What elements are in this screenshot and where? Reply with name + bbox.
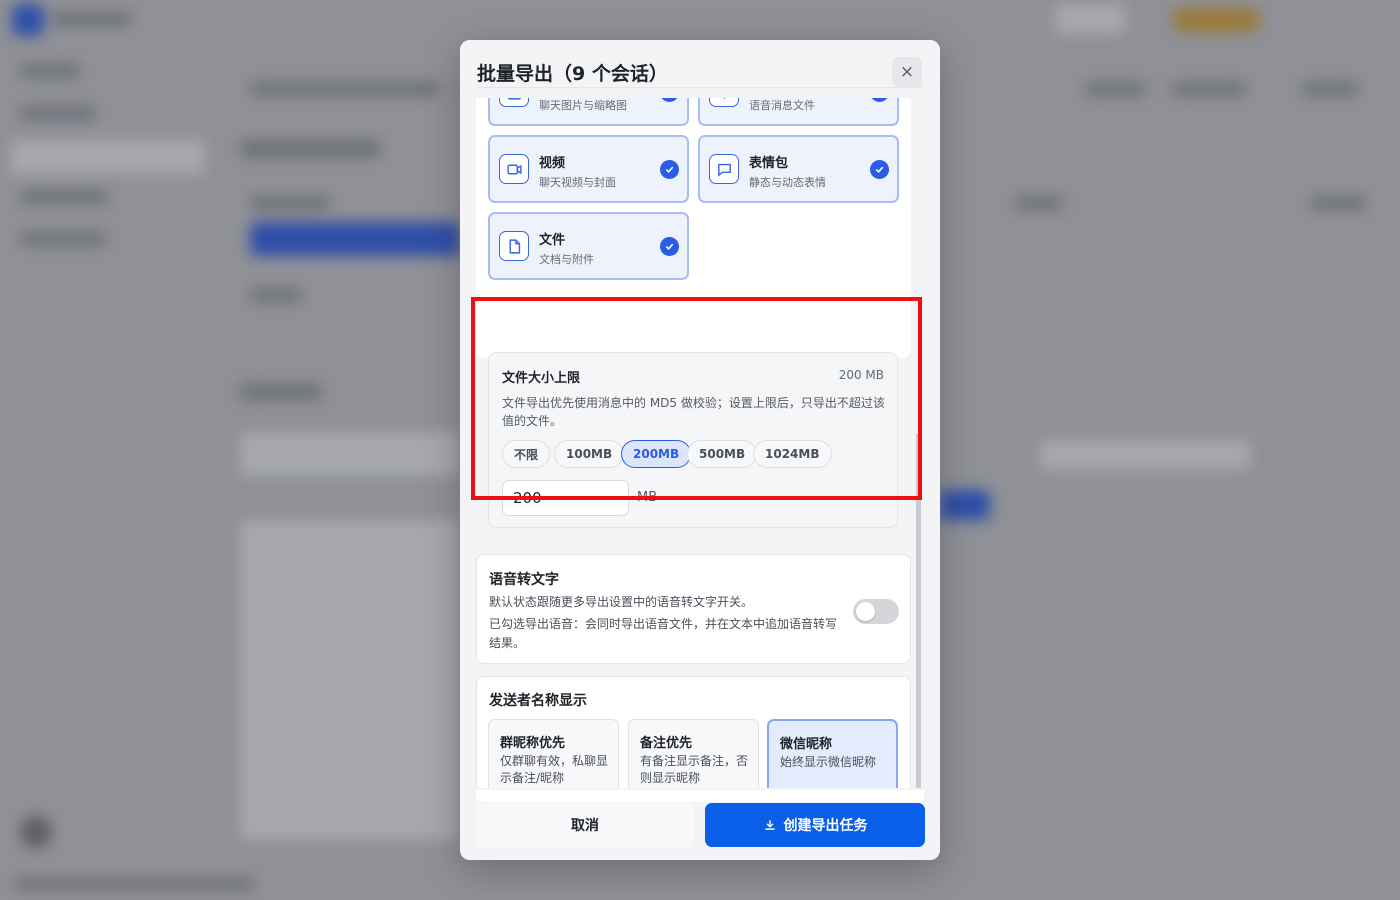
check-icon[interactable]: [660, 98, 679, 102]
nav-item-blur: [20, 106, 96, 120]
type-tile-video[interactable]: 视频 聊天视频与封面: [488, 135, 689, 203]
nav-item-blur: [20, 190, 108, 204]
batch-export-dialog: 批量导出（9 个会话） × 图片 聊天图片与缩略图 语音: [460, 40, 940, 860]
scrollbar[interactable]: [916, 433, 921, 788]
image-icon: [499, 98, 529, 107]
check-icon[interactable]: [660, 237, 679, 256]
check-icon[interactable]: [660, 160, 679, 179]
voice-to-text-card: 语音转文字 默认状态跟随更多导出设置中的语音转文字开关。 已勾选导出语音：会同时…: [476, 554, 911, 664]
type-desc: 文档与附件: [539, 253, 594, 266]
type-name: 视频: [539, 156, 566, 171]
toggle-knob: [856, 602, 875, 621]
option-title: 群昵称优先: [500, 736, 566, 751]
cancel-button[interactable]: 取消: [476, 803, 694, 847]
header-item-blur: [1085, 82, 1145, 96]
create-export-task-label: 创建导出任务: [783, 818, 868, 834]
header-item-blur: [1172, 82, 1246, 96]
dialog-footer: 取消 创建导出任务: [460, 788, 940, 860]
size-preset-1024mb[interactable]: 1024MB: [753, 440, 832, 468]
file-size-limit-title: 文件大小上限: [502, 371, 581, 386]
size-preset-500mb[interactable]: 500MB: [687, 440, 758, 468]
file-size-input[interactable]: [502, 480, 629, 516]
sender-name-card: 发送者名称显示 群昵称优先 仅群聊有效，私聊显示备注/昵称 备注优先 有备注显示…: [476, 676, 911, 788]
nav-item-blur: [20, 64, 80, 78]
file-size-limit-panel: 文件大小上限 200 MB 文件导出优先使用消息中的 MD5 做校验；设置上限后…: [488, 352, 898, 528]
label-blur: [1310, 196, 1366, 210]
voice-to-text-note: 已勾选导出语音：会同时导出语音文件，并在文本中追加语音转写结果。: [489, 617, 838, 650]
nav-item-blur: [20, 232, 106, 246]
sender-name-title: 发送者名称显示: [489, 693, 587, 709]
option-title: 备注优先: [640, 736, 693, 751]
check-icon[interactable]: [870, 98, 889, 102]
type-name: 文件: [539, 233, 566, 248]
name-option-wechat-nickname[interactable]: 微信昵称 始终显示微信昵称: [767, 719, 898, 788]
toolbar-blur: [240, 432, 460, 476]
type-desc: 聊天视频与封面: [539, 176, 616, 189]
option-desc: 始终显示微信昵称: [780, 755, 877, 769]
nav-item-active-blur: [10, 140, 205, 174]
type-desc: 静态与动态表情: [749, 176, 826, 189]
file-size-current-value: 200 MB: [838, 368, 884, 382]
button-blur: [940, 490, 990, 520]
header-item-blur: [1302, 82, 1358, 96]
primary-button-blur: [250, 222, 460, 256]
file-size-limit-description: 文件导出优先使用消息中的 MD5 做校验；设置上限后，只导出不超过该值的文件。: [502, 396, 885, 428]
badge-blur: [1172, 8, 1260, 32]
section-title-blur: [240, 384, 322, 400]
file-icon: [499, 231, 529, 261]
option-desc: 仅群聊有效，私聊显示备注/昵称: [500, 754, 609, 785]
label-blur: [250, 196, 330, 210]
option-title: 微信昵称: [780, 737, 833, 752]
type-tile-image[interactable]: 图片 聊天图片与缩略图: [488, 98, 689, 126]
footer-divider: [476, 790, 924, 802]
type-name: 表情包: [749, 156, 789, 171]
name-option-remark[interactable]: 备注优先 有备注显示备注，否则显示昵称: [628, 719, 759, 788]
dialog-header: 批量导出（9 个会话） ×: [460, 40, 940, 98]
size-preset-200mb[interactable]: 200MB: [621, 440, 692, 468]
type-tile-file[interactable]: 文件 文档与附件: [488, 212, 689, 280]
type-tile-sticker[interactable]: 表情包 静态与动态表情: [698, 135, 899, 203]
option-desc: 有备注显示备注，否则显示昵称: [640, 754, 749, 785]
label-blur: [1015, 196, 1063, 210]
check-icon[interactable]: [870, 160, 889, 179]
app-logo: [12, 4, 44, 36]
type-desc: 聊天图片与缩略图: [539, 99, 627, 112]
header-divider: [477, 87, 923, 88]
size-preset-100mb[interactable]: 100MB: [554, 440, 625, 468]
voice-to-text-toggle[interactable]: [853, 599, 899, 624]
close-button[interactable]: ×: [892, 57, 922, 87]
dialog-scroll-area[interactable]: 图片 聊天图片与缩略图 语音 语音消息文件: [460, 98, 940, 788]
voice-to-text-desc: 默认状态跟随更多导出设置中的语音转文字开关。: [489, 595, 754, 609]
size-preset-unlimited[interactable]: 不限: [502, 440, 551, 468]
download-icon: [764, 820, 775, 830]
app-title-blur: [52, 12, 132, 26]
type-desc: 语音消息文件: [749, 99, 815, 112]
video-icon: [499, 154, 529, 184]
voice-to-text-title: 语音转文字: [489, 572, 559, 588]
create-export-task-button[interactable]: 创建导出任务: [705, 803, 925, 847]
breadcrumb-blur: [250, 82, 440, 96]
avatar: [20, 816, 52, 848]
type-tile-voice[interactable]: 语音 语音消息文件: [698, 98, 899, 126]
file-size-unit: MB: [637, 490, 658, 505]
section-title-blur: [240, 140, 380, 158]
microphone-icon: [709, 98, 739, 107]
user-chip-blur: [1055, 4, 1125, 34]
list-blur: [240, 520, 460, 840]
content-types-card: 图片 聊天图片与缩略图 语音 语音消息文件: [476, 98, 911, 358]
sticker-icon: [709, 154, 739, 184]
search-blur: [1040, 440, 1250, 470]
label-blur: [250, 288, 302, 302]
name-option-group-nickname[interactable]: 群昵称优先 仅群聊有效，私聊显示备注/昵称: [488, 719, 619, 788]
statusbar-blur: [14, 878, 254, 890]
dialog-title: 批量导出（9 个会话）: [477, 63, 668, 85]
